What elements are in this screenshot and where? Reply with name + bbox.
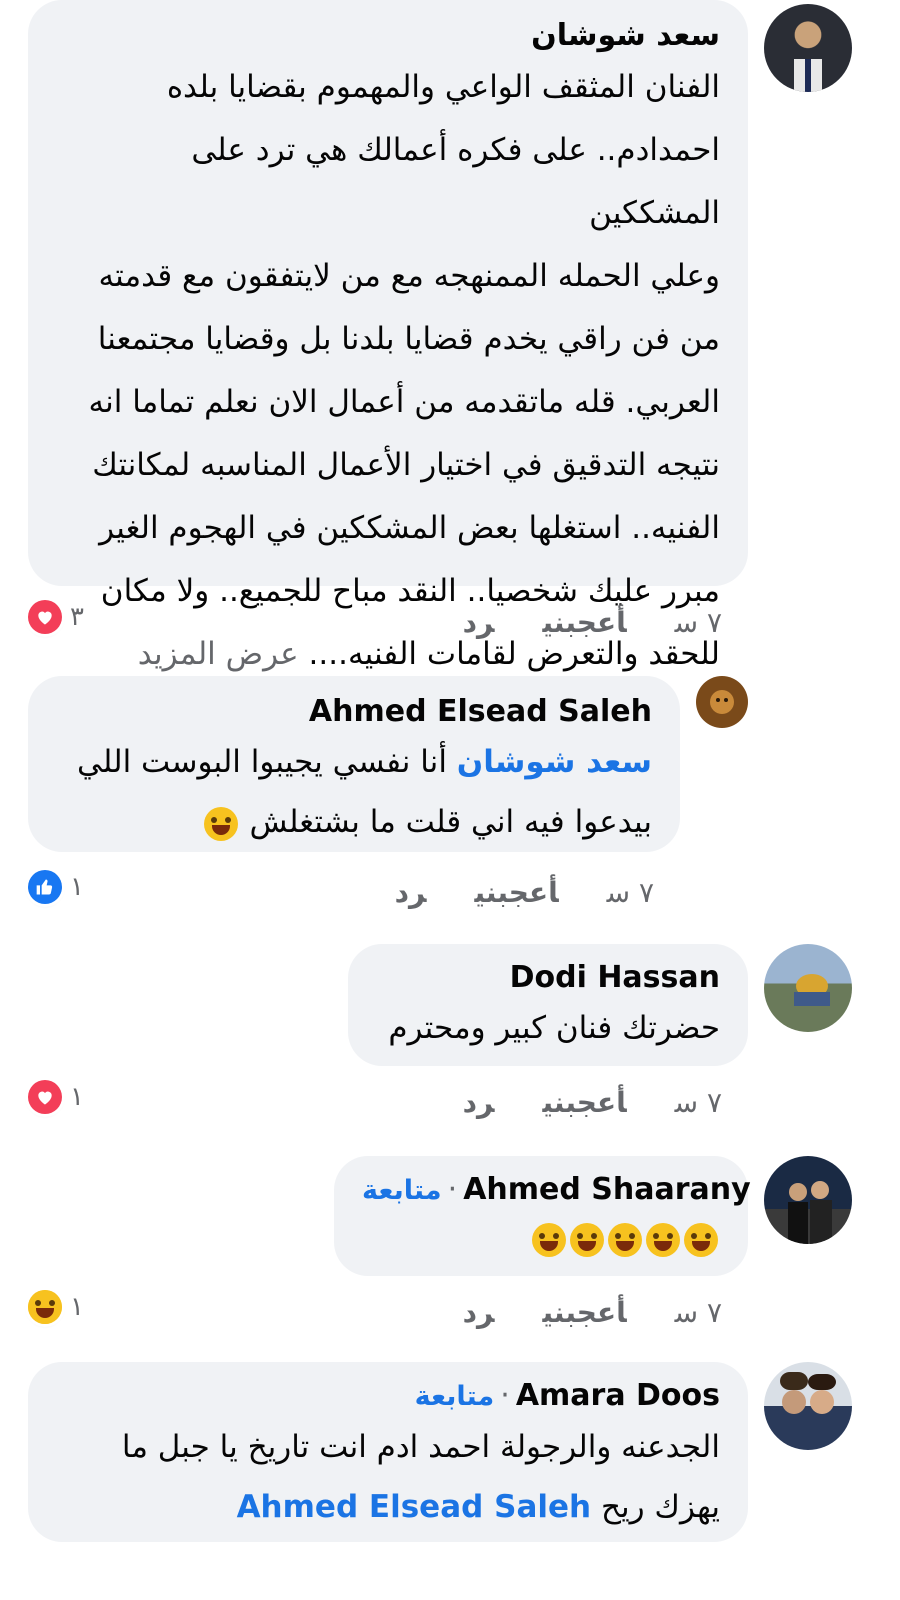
couple-photo xyxy=(788,1181,832,1244)
like-button[interactable]: أعجبني xyxy=(542,606,626,639)
comment-line: يهزك ريح Ahmed Elsead Saleh xyxy=(56,1477,720,1537)
timestamp[interactable]: ٧ س xyxy=(607,876,654,909)
comment-author[interactable]: Ahmed Shaarany xyxy=(463,1172,751,1207)
reaction-count: ١ xyxy=(70,1082,84,1112)
reaction-summary[interactable]: ٣ xyxy=(28,600,84,634)
profile-photo xyxy=(794,59,822,92)
comment-line: نتيجه التدقيق في اختيار الأعمال المناسبه… xyxy=(92,447,720,483)
reaction-summary[interactable]: ١ xyxy=(28,870,84,904)
comment-line: وعلي الحمله الممنهجه مع من لايتفقون مع ق… xyxy=(98,258,720,294)
heart-icon xyxy=(28,1080,62,1114)
avatar[interactable] xyxy=(764,4,852,92)
comment-header: متابعة · Ahmed Shaarany xyxy=(362,1170,751,1211)
like-button[interactable]: أعجبني xyxy=(542,1086,626,1119)
comment-header: متابعة · Amara Doos xyxy=(56,1376,720,1417)
mention-link[interactable]: سعد شوشان xyxy=(457,744,652,780)
avatar[interactable] xyxy=(764,1362,852,1450)
comment-line-text: يهزك ريح xyxy=(600,1489,720,1525)
comment-author[interactable]: Dodi Hassan xyxy=(376,958,720,998)
comment-actions: ٧ س أعجبني رد xyxy=(347,876,654,909)
reaction-count: ١ xyxy=(70,1292,84,1322)
reaction-summary[interactable]: ١ xyxy=(28,1080,84,1114)
reaction-summary[interactable]: ١ xyxy=(28,1290,84,1324)
comment-line: الفنان المثقف الواعي والمهموم بقضايا بلد… xyxy=(166,69,720,105)
comment-line: العربي. قله ماتقدمه من أعمال الان نعلم ت… xyxy=(88,384,720,420)
reply-button[interactable]: رد xyxy=(463,1086,495,1119)
reply-button[interactable]: رد xyxy=(463,606,495,639)
comment-actions: ٧ س أعجبني رد xyxy=(415,606,722,639)
comment-text: الجدعنه والرجولة احمد ادم انت تاريخ يا ج… xyxy=(56,1417,720,1537)
avatar[interactable] xyxy=(696,676,748,728)
laughing-emoji-icon xyxy=(203,806,238,841)
timestamp[interactable]: ٧ س xyxy=(675,606,722,639)
comment-line: بيدعوا فيه اني قلت ما بشتغلش xyxy=(56,792,652,852)
separator-dot: · xyxy=(447,1172,458,1207)
comment-author[interactable]: سعد شوشان xyxy=(56,16,720,56)
emoji-row xyxy=(362,1223,720,1257)
comment-text: حضرتك فنان كبير ومحترم xyxy=(388,1010,720,1046)
comment-line-text: للحقد والتعرض لقامات الفنيه.... xyxy=(308,636,720,672)
haha-face xyxy=(28,1290,62,1324)
comment-line: سعد شوشان أنا نفسي يجيبوا البوست اللي xyxy=(56,732,652,792)
comment-bubble: Dodi Hassan حضرتك فنان كبير ومحترم xyxy=(348,944,748,1066)
comment-line-text: بيدعوا فيه اني قلت ما بشتغلش xyxy=(249,804,652,840)
comment-actions: ٧ س أعجبني رد xyxy=(415,1296,722,1329)
dome-image xyxy=(794,974,830,1006)
reply-button[interactable]: رد xyxy=(463,1296,495,1329)
follow-link[interactable]: متابعة xyxy=(362,1175,442,1206)
comment-line: الفنيه.. استغلها بعض المشككين في الهجوم … xyxy=(99,510,720,546)
like-button[interactable]: أعجبني xyxy=(542,1296,626,1329)
comment-text: سعد شوشان أنا نفسي يجيبوا البوست اللي بي… xyxy=(56,732,652,852)
comment-line: احمدادم.. على فكره أعمالك هي ترد على الم… xyxy=(191,132,720,231)
comment-bubble: Ahmed Elsead Saleh سعد شوشان أنا نفسي يج… xyxy=(28,676,680,852)
avatar[interactable] xyxy=(764,1156,852,1244)
friends-photo xyxy=(780,1372,836,1414)
comment-line-text: أنا نفسي يجيبوا البوست اللي xyxy=(77,744,447,780)
lion-image xyxy=(710,690,734,714)
laughing-emoji-icon xyxy=(532,1223,566,1257)
thumbs-up-icon xyxy=(28,870,62,904)
timestamp[interactable]: ٧ س xyxy=(675,1086,722,1119)
laughing-emoji-icon xyxy=(608,1223,642,1257)
reaction-count: ١ xyxy=(70,872,84,902)
comment-author[interactable]: Amara Doos xyxy=(516,1378,720,1413)
comment-line: من فن راقي يخدم قضايا بلدنا بل وقضايا مج… xyxy=(97,321,720,357)
laughing-emoji-icon xyxy=(646,1223,680,1257)
separator-dot: · xyxy=(500,1378,510,1413)
heart-icon xyxy=(28,600,62,634)
like-button[interactable]: أعجبني xyxy=(474,876,558,909)
haha-icon xyxy=(28,1290,62,1324)
comment-text: الفنان المثقف الواعي والمهموم بقضايا بلد… xyxy=(56,56,720,686)
timestamp[interactable]: ٧ س xyxy=(675,1296,722,1329)
comment-bubble: سعد شوشان الفنان المثقف الواعي والمهموم … xyxy=(28,0,748,672)
follow-link[interactable]: متابعة xyxy=(415,1381,495,1412)
reply-button[interactable]: رد xyxy=(395,876,427,909)
comment-bubble: متابعة · Amara Doos الجدعنه والرجولة احمد … xyxy=(28,1362,748,1542)
comment-bubble: متابعة · Ahmed Shaarany xyxy=(334,1156,751,1276)
comment-author[interactable]: Ahmed Elsead Saleh xyxy=(56,692,652,732)
reaction-count: ٣ xyxy=(70,602,84,632)
comment-line: الجدعنه والرجولة احمد ادم انت تاريخ يا ج… xyxy=(121,1429,720,1465)
see-more-link[interactable]: عرض المزيد xyxy=(138,636,299,672)
comment-actions: ٧ س أعجبني رد xyxy=(415,1086,722,1119)
laughing-emoji-icon xyxy=(570,1223,604,1257)
laughing-emoji-icon xyxy=(684,1223,718,1257)
mention-link[interactable]: Ahmed Elsead Saleh xyxy=(237,1489,592,1525)
avatar[interactable] xyxy=(764,944,852,1032)
